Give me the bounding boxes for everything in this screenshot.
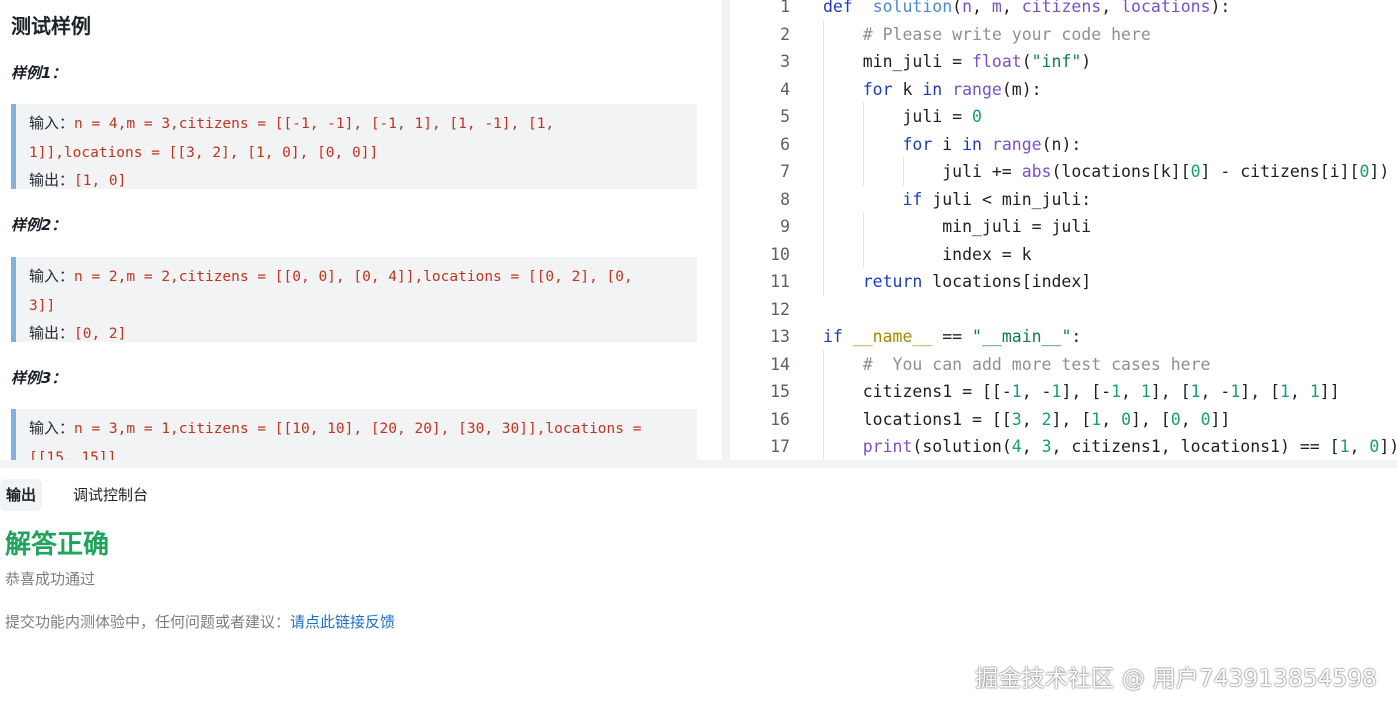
- code-text[interactable]: if juli < min_juli:: [823, 186, 1091, 214]
- code-text[interactable]: min_juli = float("inf"): [823, 48, 1092, 76]
- line-number: 1: [780, 0, 790, 16]
- example-2-box: 输入：n = 2,m = 2,citizens = [[0, 0], [0, 4…: [11, 257, 697, 342]
- code-text[interactable]: for k in range(m):: [823, 76, 1042, 104]
- code-line[interactable]: 13 if __name__ == "__main__":: [730, 323, 1397, 351]
- feedback-label: 提交功能内测体验中，任何问题或者建议：: [5, 613, 291, 631]
- code-line[interactable]: 7 juli += abs(locations[k][0] - citizens…: [730, 158, 1397, 186]
- input-label: 输入：: [29, 267, 75, 285]
- code-editor[interactable]: 1 def solution(n, m, citizens, locations)…: [730, 0, 1397, 460]
- code-text[interactable]: def solution(n, m, citizens, locations):: [823, 0, 1230, 21]
- code-line[interactable]: 10 index = k: [730, 241, 1397, 269]
- code-text[interactable]: # You can add more test cases here: [823, 351, 1211, 379]
- input-label: 输入：: [29, 419, 75, 437]
- line-number: 2: [780, 24, 790, 44]
- output-label: 输出：: [29, 324, 75, 342]
- line-number: 4: [780, 79, 790, 99]
- code-line[interactable]: 3 min_juli = float("inf"): [730, 48, 1397, 76]
- example-1-box: 输入：n = 4,m = 3,citizens = [[-1, -1], [-1…: [11, 104, 697, 189]
- code-text[interactable]: # Please write your code here: [823, 21, 1151, 49]
- line-number: 12: [770, 299, 790, 319]
- code-line[interactable]: 17 print(solution(4, 3, citizens1, locat…: [730, 433, 1397, 460]
- line-number: 17: [770, 437, 790, 456]
- code-text[interactable]: min_juli = juli: [823, 213, 1091, 241]
- output-label: 输出：: [29, 171, 75, 189]
- code-line[interactable]: 6 for i in range(n):: [730, 131, 1397, 159]
- tab-debug-console[interactable]: 调试控制台: [67, 479, 154, 511]
- code-text[interactable]: citizens1 = [[-1, -1], [-1, 1], [1, -1],…: [823, 378, 1340, 406]
- tab-output[interactable]: 输出: [0, 479, 43, 511]
- example-1-input: n = 4,m = 3,citizens = [[-1, -1], [-1, 1…: [74, 116, 555, 132]
- watermark: 掘金技术社区 @ 用户743913854598: [975, 666, 1377, 692]
- horizontal-splitter[interactable]: [0, 460, 1397, 468]
- example-2-output: [0, 2]: [74, 326, 127, 342]
- result-title: 解答正确: [5, 530, 110, 560]
- input-label: 输入：: [29, 114, 75, 132]
- code-line[interactable]: 4 for k in range(m):: [730, 76, 1397, 104]
- line-number: 3: [780, 52, 790, 71]
- code-line[interactable]: 2 # Please write your code here: [730, 21, 1397, 49]
- code-line[interactable]: 8 if juli < min_juli:: [730, 186, 1397, 214]
- code-text[interactable]: print(solution(4, 3, citizens1, location…: [823, 433, 1397, 460]
- line-number: 6: [780, 134, 790, 154]
- code-text[interactable]: return locations[index]: [823, 268, 1092, 296]
- code-line[interactable]: 12: [730, 296, 1397, 324]
- code-line[interactable]: 11 return locations[index]: [730, 268, 1397, 296]
- line-number: 8: [780, 189, 790, 209]
- line-number: 15: [770, 382, 790, 401]
- result-subtitle: 恭喜成功通过: [5, 570, 96, 588]
- line-number: 16: [770, 409, 790, 429]
- line-number: 14: [770, 354, 790, 374]
- code-text[interactable]: locations1 = [[3, 2], [1, 0], [0, 0]]: [823, 406, 1231, 434]
- code-line[interactable]: 9 min_juli = juli: [730, 213, 1397, 241]
- line-number: 10: [770, 244, 790, 264]
- example-1-title: 样例1：: [11, 64, 67, 82]
- line-number: 9: [780, 217, 790, 236]
- problem-description-panel: 测试样例 样例1： 输入：n = 4,m = 3,citizens = [[-1…: [0, 0, 722, 460]
- code-line[interactable]: 16 locations1 = [[3, 2], [1, 0], [0, 0]]: [730, 406, 1397, 434]
- example-1-output: [1, 0]: [74, 173, 127, 189]
- code-line[interactable]: 5 juli = 0: [730, 103, 1397, 131]
- feedback-text: 提交功能内测体验中，任何问题或者建议：请点此链接反馈: [5, 611, 395, 632]
- example-3-box: 输入：n = 3,m = 1,citizens = [[10, 10], [20…: [11, 409, 697, 460]
- line-number: 5: [780, 107, 790, 126]
- example-3-input: n = 3,m = 1,citizens = [[10, 10], [20, 2…: [74, 421, 642, 437]
- example-3-input-cont: [[15, 15]]: [29, 449, 117, 461]
- line-number: 7: [780, 162, 790, 181]
- line-number: 13: [770, 327, 790, 346]
- code-line[interactable]: 1 def solution(n, m, citizens, locations)…: [730, 0, 1397, 21]
- code-text[interactable]: index = k: [823, 241, 1031, 269]
- example-2-input: n = 2,m = 2,citizens = [[0, 0], [0, 4]],…: [74, 269, 633, 285]
- example-2-title: 样例2：: [11, 216, 67, 234]
- feedback-link[interactable]: 请点此链接反馈: [290, 613, 395, 631]
- code-text[interactable]: if __name__ == "__main__":: [823, 323, 1081, 351]
- code-line[interactable]: 14 # You can add more test cases here: [730, 351, 1397, 379]
- example-1-input-cont: 1]],locations = [[3, 2], [1, 0], [0, 0]]: [29, 144, 379, 161]
- code-text[interactable]: juli += abs(locations[k][0] - citizens[i…: [823, 158, 1397, 186]
- code-line[interactable]: 15 citizens1 = [[-1, -1], [-1, 1], [1, -…: [730, 378, 1397, 406]
- example-2-input-cont: 3]]: [29, 297, 56, 314]
- code-text[interactable]: for i in range(n):: [823, 131, 1081, 159]
- vertical-splitter[interactable]: [722, 0, 730, 460]
- code-text[interactable]: juli = 0: [823, 103, 981, 131]
- output-panel: 输出 调试控制台 解答正确 恭喜成功通过 提交功能内测体验中，任何问题或者建议：…: [0, 468, 1397, 711]
- example-3-title: 样例3：: [11, 369, 67, 387]
- line-number: 11: [770, 272, 790, 291]
- section-title: 测试样例: [11, 14, 91, 38]
